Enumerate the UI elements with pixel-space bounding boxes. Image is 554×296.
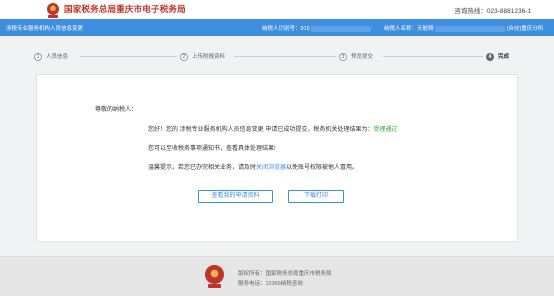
step-connector [80, 56, 177, 57]
step-number: 3 [339, 52, 347, 61]
hotline-text: 咨询热线：023-8881236-1 [454, 8, 531, 15]
reminder-prefix: 温馨提示，若您已办完相关业务，请及时 [148, 165, 257, 171]
footer-info: 版权所有：国家税务总局重庆市税务局 服务电话：12366纳税咨询 [238, 269, 332, 289]
tax-emblem-icon [47, 3, 59, 18]
step-connector [383, 56, 483, 57]
result-card [36, 74, 518, 242]
top-header: 国家税务总局重庆市电子税务局 咨询热线：023-8881236-1 [0, 0, 554, 19]
reminder-text: 温馨提示，若您已办完相关业务，请及时关闭浏览器以免账号权限被他人冒用。 [148, 162, 358, 171]
taxpayer-name-suffix: (合伙)重庆分所 [506, 26, 544, 32]
step-personnel-info: 1 人员信息 [34, 52, 68, 61]
taxpayer-name: 纳税人名称：天航翔 (合伙)重庆分所 [384, 24, 543, 32]
step-complete: 4 完成 [486, 52, 509, 61]
download-print-button[interactable]: 下载打印 [288, 190, 344, 203]
result-status: 受理通过 [373, 127, 398, 133]
step-number: 1 [34, 52, 42, 61]
result-message: 您好！您的 涉税专业服务机构人员信息变更 申请已成功提交，税务机关处理结果为： [148, 127, 374, 133]
step-number: 4 [486, 52, 494, 61]
view-application-button[interactable]: 查看我的申请资料 [198, 190, 273, 203]
page-footer: 版权所有：国家税务总局重庆市税务局 服务电话：12366纳税咨询 [0, 256, 554, 296]
submission-result-text: 您好！您的 涉税专业服务机构人员信息变更 申请已成功提交，税务机关处理结果为：受… [148, 124, 397, 133]
step-label: 完成 [498, 54, 510, 60]
taxpayer-id: 纳税人识别号：915 [262, 24, 372, 32]
step-connector [234, 56, 336, 57]
taxpayer-id-value: 915 [300, 26, 310, 32]
step-number: 2 [180, 52, 188, 61]
step-upload-attachments: 2 上传附报资料 [180, 52, 225, 61]
greeting-text: 尊敬的纳税人： [95, 107, 138, 113]
notice-text: 您可以至收税务事项通知书，查看具体处理结果! [148, 146, 276, 152]
progress-steps: 1 人员信息 2 上传附报资料 3 预览提交 4 完成 [0, 45, 554, 67]
step-preview-submit: 3 预览提交 [339, 52, 373, 61]
taxpayer-info-bar: 涉税专业服务机构人员信息变更 纳税人识别号：915 纳税人名称：天航翔 (合伙)… [0, 19, 554, 36]
taxpayer-name-value: 天航翔 [417, 26, 434, 32]
close-browser-link[interactable]: 关闭浏览器 [256, 165, 286, 171]
site-title: 国家税务总局重庆市电子税务局 [64, 4, 186, 14]
reminder-suffix: 以免账号权限被他人冒用。 [286, 165, 359, 171]
taxpayer-name-label: 纳税人名称： [384, 26, 418, 32]
footer-host: 版权所有：国家税务总局重庆市税务局 [238, 271, 332, 277]
taxpayer-id-label: 纳税人识别号： [262, 26, 301, 32]
step-label: 预览提交 [351, 54, 374, 60]
redacted-mask [435, 25, 506, 32]
tax-emblem-icon [205, 265, 224, 288]
redacted-mask [311, 25, 372, 32]
step-label: 人员信息 [46, 54, 69, 60]
step-label: 上传附报资料 [192, 54, 226, 60]
footer-phone: 服务电话：12366纳税咨询 [238, 281, 303, 287]
service-name: 涉税专业服务机构人员信息变更 [6, 26, 84, 32]
